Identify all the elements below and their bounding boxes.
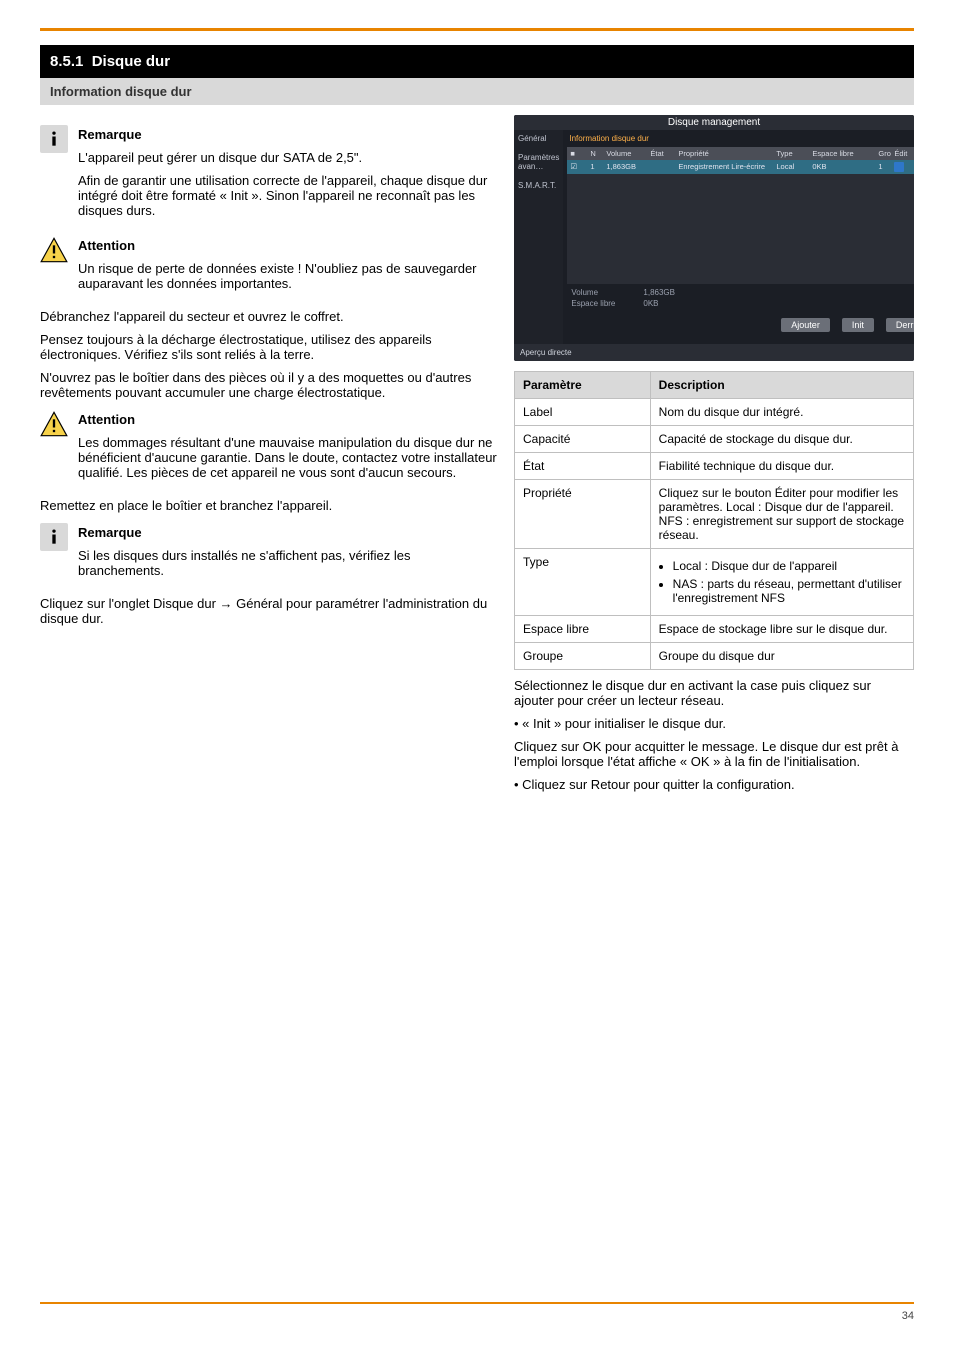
left-p2: Pensez toujours à la décharge électrosta… — [40, 332, 500, 362]
table-row: LabelNom du disque dur intégré. — [515, 399, 914, 426]
shot-side-adv: Paramètres avan… — [518, 153, 559, 171]
shot-active-tab: Information disque dur — [567, 134, 914, 147]
info2-p1: Si les disques durs installés ne s'affic… — [78, 548, 500, 578]
section-title-text: Disque dur — [92, 53, 170, 70]
warning-icon — [40, 410, 68, 438]
table-row: Type Local : Disque dur de l'appareil NA… — [515, 549, 914, 616]
section-title-bar: 8.5.1 Disque dur — [40, 45, 914, 78]
parameter-table: Paramètre Description LabelNom du disque… — [514, 371, 914, 670]
shot-init-button: Init — [842, 318, 874, 332]
section-number: 8.5.1 — [50, 53, 83, 70]
info2-title: Remarque — [78, 525, 500, 540]
list-item: NAS : parts du réseau, permettant d'util… — [673, 577, 905, 605]
list-item: Local : Disque dur de l'appareil — [673, 559, 905, 573]
disk-management-screenshot: Disque management Général Paramètres ava… — [514, 115, 914, 361]
table-row: PropriétéCliquez sur le bouton Éditer po… — [515, 480, 914, 549]
info-box-1: Remarque L'appareil peut gérer un disque… — [40, 125, 500, 226]
page-footer: 34 — [40, 1302, 914, 1322]
table-row: GroupeGroupe du disque dur — [515, 643, 914, 670]
top-rule — [40, 28, 914, 31]
info-icon — [40, 125, 68, 153]
table-head-param: Paramètre — [515, 372, 651, 399]
left3-p1: Cliquez sur l'onglet Disque dur → Généra… — [40, 596, 500, 626]
info-icon — [40, 523, 68, 551]
warning-icon — [40, 236, 68, 264]
warn-box-2: Attention Les dommages résultant d'une m… — [40, 410, 500, 488]
shot-sidebar: Général Paramètres avan… S.M.A.R.T. — [514, 130, 563, 344]
shot-table-header: ■ N Volume État Propriété Type Espace li… — [567, 147, 914, 160]
table-row: ÉtatFiabilité technique du disque dur. — [515, 453, 914, 480]
lower-p3: • Cliquez sur Retour pour quitter la con… — [514, 777, 914, 792]
lower-p2: Cliquez sur OK pour acquitter le message… — [514, 739, 914, 769]
shot-title: Disque management — [514, 115, 914, 130]
shot-summary: VolumeEspace libre 1,863GB0KB — [567, 284, 914, 310]
warn1-p1: Un risque de perte de données existe ! N… — [78, 261, 500, 291]
left2-p1: Remettez en place le boîtier et branchez… — [40, 498, 500, 513]
shot-side-general: Général — [518, 134, 559, 143]
section-subtitle: Information disque dur — [40, 78, 914, 105]
shot-add-button: Ajouter — [781, 318, 830, 332]
info1-title: Remarque — [78, 127, 500, 142]
warn2-title: Attention — [78, 412, 500, 427]
info1-p2: Afin de garantir une utilisation correct… — [78, 173, 500, 218]
table-row: Espace libreEspace de stockage libre sur… — [515, 616, 914, 643]
shot-back-button: Derrier — [886, 318, 914, 332]
edit-icon — [894, 162, 904, 172]
warn2-p1: Les dommages résultant d'une mauvaise ma… — [78, 435, 500, 480]
shot-live-preview: Aperçu directe — [514, 344, 914, 361]
footer-page-number: 34 — [902, 1310, 914, 1322]
lower-init: • « Init » pour initialiser le disque du… — [514, 716, 914, 731]
info-box-2: Remarque Si les disques durs installés n… — [40, 523, 500, 586]
left-p3: N'ouvrez pas le boîtier dans des pièces … — [40, 370, 500, 400]
warn-box-1: Attention Un risque de perte de données … — [40, 236, 500, 299]
table-row: CapacitéCapacité de stockage du disque d… — [515, 426, 914, 453]
lower-p1: Sélectionnez le disque dur en activant l… — [514, 678, 914, 708]
warn1-title: Attention — [78, 238, 500, 253]
shot-side-smart: S.M.A.R.T. — [518, 181, 559, 190]
table-head-desc: Description — [650, 372, 913, 399]
shot-table-row: ☑ 1 1,863GB Enregistrement Lire-écrire L… — [567, 160, 914, 174]
info1-p1: L'appareil peut gérer un disque dur SATA… — [78, 150, 500, 165]
left-p1: Débranchez l'appareil du secteur et ouvr… — [40, 309, 500, 324]
